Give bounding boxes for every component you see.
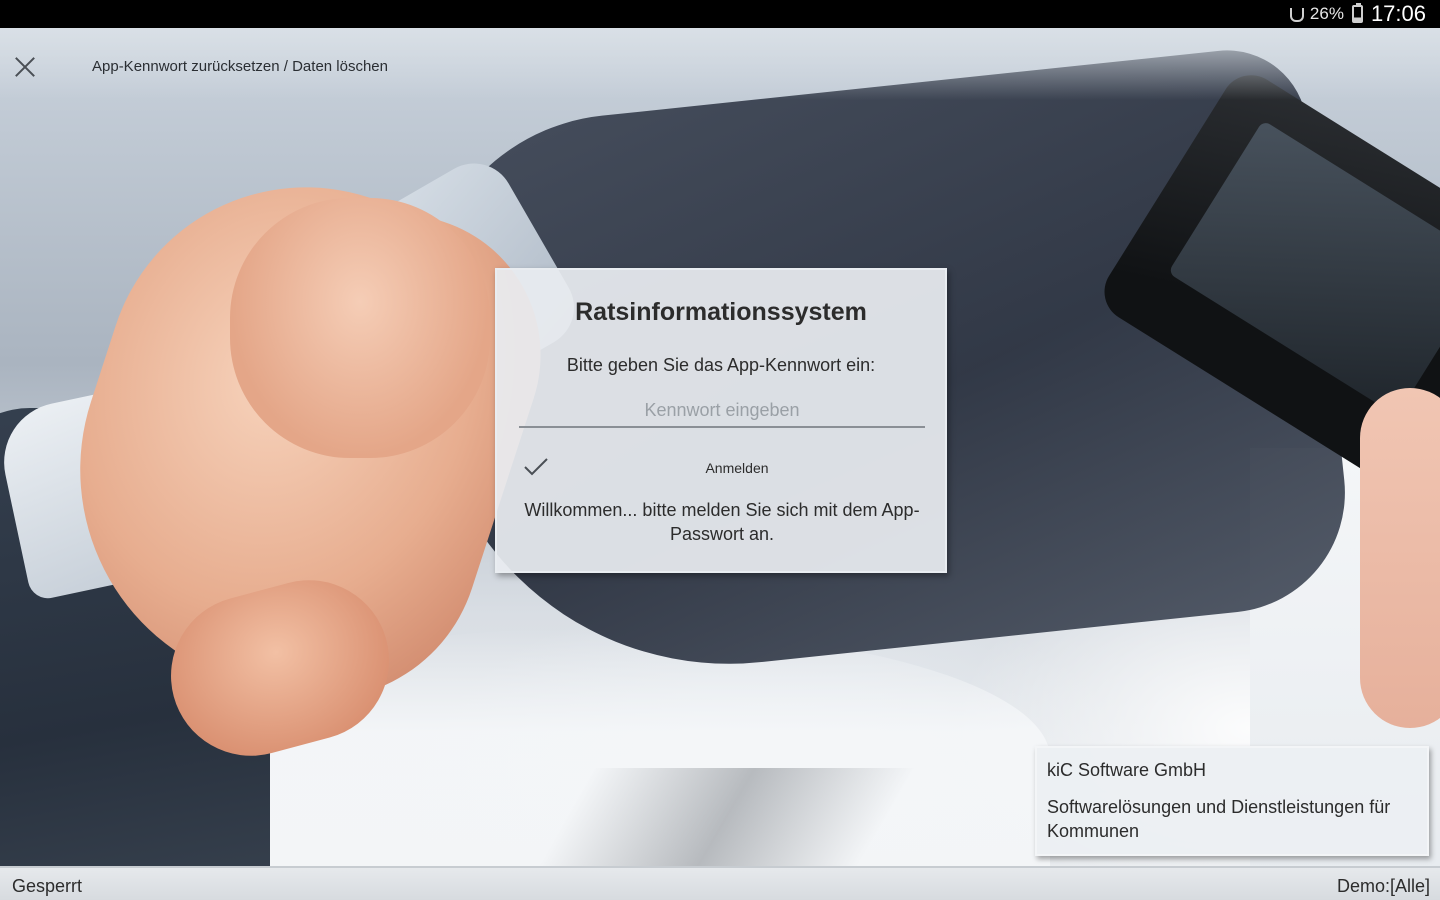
password-input[interactable] <box>519 394 925 428</box>
company-name: kiC Software GmbH <box>1047 760 1207 780</box>
login-dialog: Ratsinformationssystem Bitte geben Sie d… <box>495 268 947 573</box>
welcome-message: Willkommen... bitte melden Sie sich mit … <box>524 500 920 544</box>
password-prompt: Bitte geben Sie das App-Kennwort ein: <box>566 355 876 375</box>
company-description: Softwarelösungen und Dienstleistungen fü… <box>1047 797 1391 841</box>
close-icon[interactable] <box>12 54 38 80</box>
lock-status: Gesperrt <box>12 876 83 896</box>
demo-selector[interactable]: Demo:[Alle] <box>1337 876 1430 897</box>
battery-percent: 26% <box>1309 4 1344 23</box>
dialog-title: Ratsinformationssystem <box>575 298 867 326</box>
login-button[interactable]: Anmelden <box>519 454 925 482</box>
status-bar: 26% 17:06 <box>0 0 1440 28</box>
company-info-box: kiC Software GmbH Softwarelösungen und D… <box>1035 746 1429 856</box>
login-label: Anmelden <box>705 460 769 476</box>
battery-icon <box>1351 3 1363 23</box>
bottom-bar: Gesperrt Demo:[Alle] <box>0 866 1440 900</box>
reset-password-link[interactable]: App-Kennwort zurücksetzen / Daten lösche… <box>92 58 388 75</box>
signal-icon <box>1288 6 1304 22</box>
clock: 17:06 <box>1370 1 1426 26</box>
